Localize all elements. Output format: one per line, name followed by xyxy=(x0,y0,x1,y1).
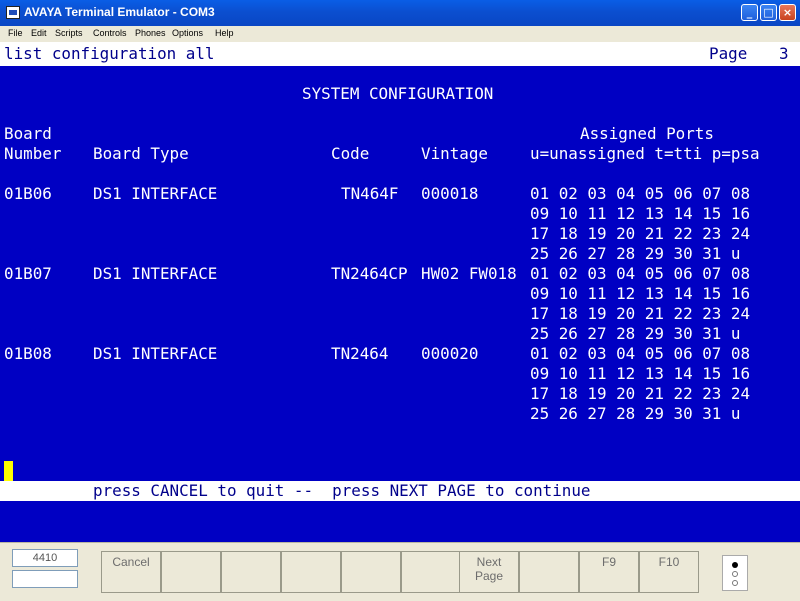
row-code: TN2464CP xyxy=(331,264,408,283)
title-bar[interactable]: AVAYA Terminal Emulator - COM3 _ □ × xyxy=(0,0,800,26)
row-board-number: 01B07 xyxy=(4,264,52,283)
row-ports-line: 25 26 27 28 29 30 31 u xyxy=(530,404,741,423)
next-page-button[interactable]: Next Page xyxy=(459,551,519,593)
row-ports-line: 17 18 19 20 21 22 23 24 xyxy=(530,304,751,323)
message-text: press CANCEL to quit -- press NEXT PAGE … xyxy=(93,481,591,500)
row-ports-line: 01 02 03 04 05 06 07 08 xyxy=(530,264,751,283)
terminal-screen[interactable]: list configuration all Page 3 SYSTEM CON… xyxy=(0,42,800,542)
fkey-label: Next Page xyxy=(474,555,504,583)
row-ports-line: 09 10 11 12 13 14 15 16 xyxy=(530,284,751,303)
header-vintage: Vintage xyxy=(421,144,488,163)
row-ports-line: 01 02 03 04 05 06 07 08 xyxy=(530,184,751,203)
row-board-number: 01B08 xyxy=(4,344,52,363)
close-button[interactable]: × xyxy=(779,4,796,21)
cancel-button[interactable]: Cancel xyxy=(101,551,161,593)
menu-options[interactable]: Options xyxy=(172,28,203,38)
header-board-line2: Number xyxy=(4,144,62,163)
f9-button[interactable]: F9 xyxy=(579,551,639,593)
row-ports-line: 09 10 11 12 13 14 15 16 xyxy=(530,204,751,223)
indicator-light-icon xyxy=(732,562,738,568)
row-board-number: 01B06 xyxy=(4,184,52,203)
menu-file[interactable]: File xyxy=(8,28,23,38)
status-indicator xyxy=(722,555,748,591)
row-board-type: DS1 INTERFACE xyxy=(93,344,218,363)
terminal-id-field: 4410 xyxy=(12,549,78,567)
indicator-light-icon xyxy=(732,580,738,586)
fkey-2-button[interactable] xyxy=(161,551,221,593)
f10-button[interactable]: F10 xyxy=(639,551,699,593)
row-ports-line: 17 18 19 20 21 22 23 24 xyxy=(530,224,751,243)
status-field xyxy=(12,570,78,588)
header-assigned-ports: Assigned Ports xyxy=(580,124,714,143)
minimize-button[interactable]: _ xyxy=(741,4,758,21)
fkey-5-button[interactable] xyxy=(341,551,401,593)
text-cursor xyxy=(4,461,13,481)
row-board-type: DS1 INTERFACE xyxy=(93,264,218,283)
app-icon xyxy=(6,6,20,19)
menu-edit[interactable]: Edit xyxy=(31,28,47,38)
header-code: Code xyxy=(331,144,370,163)
fkey-3-button[interactable] xyxy=(221,551,281,593)
row-vintage: 000018 xyxy=(421,184,479,203)
row-ports-line: 01 02 03 04 05 06 07 08 xyxy=(530,344,751,363)
row-code: TN464F xyxy=(341,184,399,203)
row-ports-line: 09 10 11 12 13 14 15 16 xyxy=(530,364,751,383)
menu-bar: File Edit Scripts Controls Phones Option… xyxy=(0,26,800,43)
maximize-button[interactable]: □ xyxy=(760,4,777,21)
header-port-legend: u=unassigned t=tti p=psa xyxy=(530,144,760,163)
fkey-8-button[interactable] xyxy=(519,551,579,593)
indicator-light-icon xyxy=(732,571,738,577)
fkey-label: F10 xyxy=(658,555,680,569)
function-key-bar: 4410 Cancel Next Page F9 F10 xyxy=(0,542,800,601)
row-vintage: 000020 xyxy=(421,344,479,363)
fkey-4-button[interactable] xyxy=(281,551,341,593)
row-ports-line: 25 26 27 28 29 30 31 u xyxy=(530,244,741,263)
header-board-line1: Board xyxy=(4,124,52,143)
page-number: 3 xyxy=(779,44,789,63)
window-title: AVAYA Terminal Emulator - COM3 xyxy=(24,5,215,19)
command-text: list configuration all xyxy=(4,44,215,63)
screen-heading: SYSTEM CONFIGURATION xyxy=(302,84,494,103)
menu-controls[interactable]: Controls xyxy=(93,28,127,38)
row-ports-line: 25 26 27 28 29 30 31 u xyxy=(530,324,741,343)
row-vintage: HW02 FW018 xyxy=(421,264,517,283)
menu-help[interactable]: Help xyxy=(215,28,234,38)
row-board-type: DS1 INTERFACE xyxy=(93,184,218,203)
fkey-label: F9 xyxy=(601,555,616,569)
header-board-type: Board Type xyxy=(93,144,189,163)
fkey-label: Cancel xyxy=(112,555,150,569)
page-label: Page xyxy=(709,44,748,63)
row-ports-line: 17 18 19 20 21 22 23 24 xyxy=(530,384,751,403)
menu-phones[interactable]: Phones xyxy=(135,28,166,38)
row-code: TN2464 xyxy=(331,344,389,363)
fkey-6-button[interactable] xyxy=(401,551,461,593)
menu-scripts[interactable]: Scripts xyxy=(55,28,83,38)
